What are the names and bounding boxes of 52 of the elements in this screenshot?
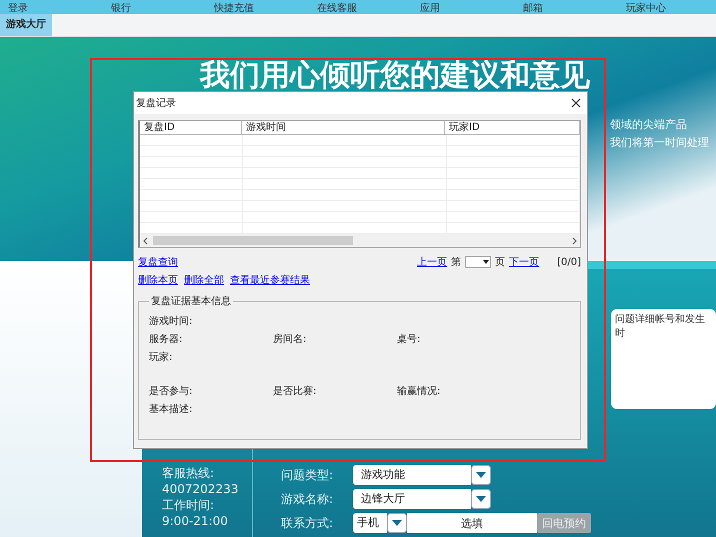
action-link[interactable]: 查看最近参赛结果	[230, 273, 310, 287]
banner-text: 领域的尖端产品	[610, 117, 688, 132]
info-label: 服务器:	[149, 333, 184, 346]
hotline-label: 客服热线:	[162, 465, 216, 481]
menu-link[interactable]: 应用	[420, 4, 523, 14]
column-header[interactable]: 玩家ID	[445, 121, 580, 134]
menu-link[interactable]: 在线客服	[317, 4, 420, 14]
info-label: 基本描述:	[149, 402, 194, 416]
query-link[interactable]: 复盘查询	[138, 255, 178, 269]
menu-link[interactable]: 快捷充值	[214, 4, 317, 14]
field-label: 问题类型:	[281, 466, 334, 484]
hotline-number: 4007202233	[162, 481, 240, 497]
hours-text: 9:00-21:00	[162, 513, 229, 529]
page-count: [0/0]	[557, 256, 581, 268]
action-link[interactable]: 删除全部	[184, 273, 224, 287]
contact-input[interactable]: 选填	[407, 513, 537, 533]
info-label: 输赢情况:	[397, 384, 442, 398]
dropdown[interactable]: 边锋大厅	[353, 489, 471, 509]
dialog-title: 复盘记录	[136, 97, 176, 110]
action-link[interactable]: 删除本页	[138, 273, 178, 287]
hours-label: 工作时间:	[162, 497, 216, 513]
info-label: 房间名:	[273, 332, 308, 346]
info-label: 玩家:	[149, 350, 174, 364]
horizontal-scrollbar[interactable]	[140, 234, 580, 247]
column-header[interactable]: 复盘ID	[140, 121, 242, 134]
info-label: 是否参与:	[149, 384, 194, 398]
column-header[interactable]: 游戏时间	[242, 121, 445, 134]
contact-dropdown[interactable]: 手机	[353, 513, 387, 533]
banner-title: 我们用心倾听您的建议和意见	[200, 61, 591, 91]
page-suffix: 页	[495, 256, 506, 269]
info-label: 桌号:	[397, 332, 422, 346]
field-label: 游戏名称:	[281, 490, 334, 508]
menu-link[interactable]: 玩家中心	[626, 4, 716, 14]
field-label: 联系方式:	[281, 514, 334, 532]
info-label: 是否比赛:	[273, 384, 318, 398]
tab[interactable]: 游戏大厅	[0, 14, 52, 36]
caret-icon	[482, 258, 490, 266]
scroll-right-icon[interactable]	[570, 236, 578, 244]
next-page-link[interactable]: 下一页	[509, 255, 540, 269]
banner-text: 我们将第一时间处理	[610, 135, 710, 150]
dropdown[interactable]: 游戏功能	[353, 465, 471, 485]
description-field[interactable]: 问题详细帐号和发生时	[611, 309, 716, 409]
menu-link[interactable]: 登录	[8, 4, 111, 14]
group-title: 复盘证据基本信息	[150, 294, 232, 308]
scroll-left-icon[interactable]	[142, 236, 150, 244]
close-icon[interactable]	[571, 98, 581, 108]
info-label: 游戏时间:	[149, 314, 194, 328]
page-select[interactable]	[465, 256, 492, 268]
prev-page-link[interactable]: 上一页	[417, 255, 448, 269]
menu-link[interactable]: 邮箱	[523, 4, 626, 14]
page-prefix: 第	[451, 256, 462, 269]
menu-link[interactable]: 银行	[111, 4, 214, 14]
